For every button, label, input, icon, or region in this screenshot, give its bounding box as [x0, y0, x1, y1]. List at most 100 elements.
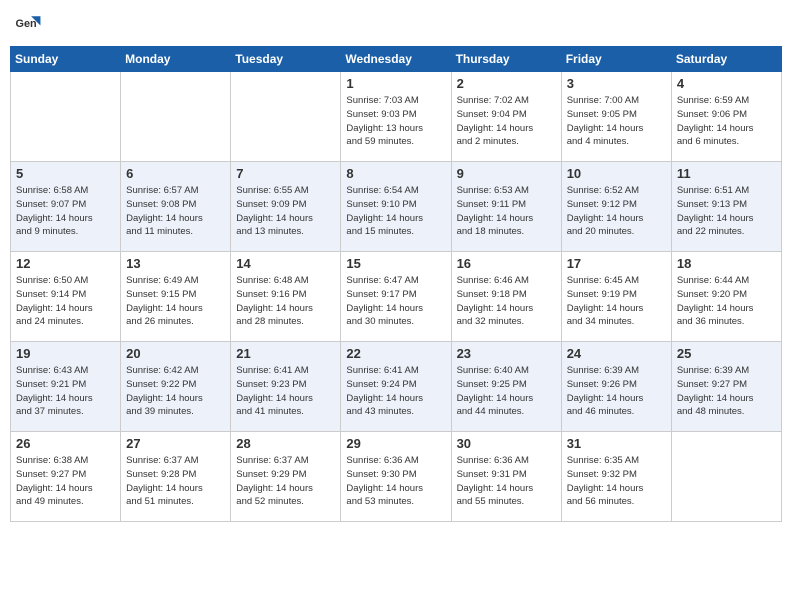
- calendar-week-row: 26 Sunrise: 6:38 AM Sunset: 9:27 PM Dayli…: [11, 432, 782, 522]
- col-header-saturday: Saturday: [671, 47, 781, 72]
- day-info: Sunrise: 6:50 AM Sunset: 9:14 PM Dayligh…: [16, 274, 115, 329]
- day-number: 31: [567, 436, 666, 451]
- calendar-cell: 5 Sunrise: 6:58 AM Sunset: 9:07 PM Daylig…: [11, 162, 121, 252]
- day-number: 22: [346, 346, 445, 361]
- calendar-cell: 15 Sunrise: 6:47 AM Sunset: 9:17 PM Dayli…: [341, 252, 451, 342]
- day-number: 5: [16, 166, 115, 181]
- calendar-cell: 11Sunrise: 6:51 AM Sunset: 9:13 PM Dayli…: [671, 162, 781, 252]
- calendar-cell: [671, 432, 781, 522]
- col-header-monday: Monday: [121, 47, 231, 72]
- calendar-cell: 3 Sunrise: 7:00 AM Sunset: 9:05 PM Daylig…: [561, 72, 671, 162]
- calendar-cell: [231, 72, 341, 162]
- day-number: 25: [677, 346, 776, 361]
- day-number: 24: [567, 346, 666, 361]
- calendar-cell: 23 Sunrise: 6:40 AM Sunset: 9:25 PM Dayli…: [451, 342, 561, 432]
- day-info: Sunrise: 6:58 AM Sunset: 9:07 PM Dayligh…: [16, 184, 115, 239]
- day-info: Sunrise: 6:55 AM Sunset: 9:09 PM Dayligh…: [236, 184, 335, 239]
- day-info: Sunrise: 6:53 AM Sunset: 9:11 PM Dayligh…: [457, 184, 556, 239]
- day-info: Sunrise: 6:42 AM Sunset: 9:22 PM Dayligh…: [126, 364, 225, 419]
- calendar-cell: 29 Sunrise: 6:36 AM Sunset: 9:30 PM Dayli…: [341, 432, 451, 522]
- day-info: Sunrise: 6:39 AM Sunset: 9:26 PM Dayligh…: [567, 364, 666, 419]
- calendar-cell: 8 Sunrise: 6:54 AM Sunset: 9:10 PM Daylig…: [341, 162, 451, 252]
- day-number: 30: [457, 436, 556, 451]
- col-header-thursday: Thursday: [451, 47, 561, 72]
- day-number: 23: [457, 346, 556, 361]
- calendar-week-row: 5 Sunrise: 6:58 AM Sunset: 9:07 PM Daylig…: [11, 162, 782, 252]
- day-info: Sunrise: 7:03 AM Sunset: 9:03 PM Dayligh…: [346, 94, 445, 149]
- day-number: 19: [16, 346, 115, 361]
- day-info: Sunrise: 6:36 AM Sunset: 9:31 PM Dayligh…: [457, 454, 556, 509]
- day-number: 13: [126, 256, 225, 271]
- day-info: Sunrise: 6:37 AM Sunset: 9:29 PM Dayligh…: [236, 454, 335, 509]
- calendar-cell: 6 Sunrise: 6:57 AM Sunset: 9:08 PM Daylig…: [121, 162, 231, 252]
- day-number: 26: [16, 436, 115, 451]
- calendar-cell: 26 Sunrise: 6:38 AM Sunset: 9:27 PM Dayli…: [11, 432, 121, 522]
- day-number: 15: [346, 256, 445, 271]
- day-number: 17: [567, 256, 666, 271]
- day-info: Sunrise: 6:54 AM Sunset: 9:10 PM Dayligh…: [346, 184, 445, 239]
- day-number: 29: [346, 436, 445, 451]
- calendar-cell: 12 Sunrise: 6:50 AM Sunset: 9:14 PM Dayli…: [11, 252, 121, 342]
- day-info: Sunrise: 6:46 AM Sunset: 9:18 PM Dayligh…: [457, 274, 556, 329]
- day-number: 8: [346, 166, 445, 181]
- calendar-cell: 9 Sunrise: 6:53 AM Sunset: 9:11 PM Daylig…: [451, 162, 561, 252]
- calendar-cell: 19 Sunrise: 6:43 AM Sunset: 9:21 PM Dayli…: [11, 342, 121, 432]
- day-number: 10: [567, 166, 666, 181]
- calendar-header-row: SundayMondayTuesdayWednesdayThursdayFrid…: [11, 47, 782, 72]
- day-info: Sunrise: 6:59 AM Sunset: 9:06 PM Dayligh…: [677, 94, 776, 149]
- calendar-week-row: 12 Sunrise: 6:50 AM Sunset: 9:14 PM Dayli…: [11, 252, 782, 342]
- calendar-cell: 28 Sunrise: 6:37 AM Sunset: 9:29 PM Dayli…: [231, 432, 341, 522]
- calendar-cell: 21Sunrise: 6:41 AM Sunset: 9:23 PM Dayli…: [231, 342, 341, 432]
- day-info: Sunrise: 6:47 AM Sunset: 9:17 PM Dayligh…: [346, 274, 445, 329]
- day-number: 14: [236, 256, 335, 271]
- day-info: Sunrise: 6:37 AM Sunset: 9:28 PM Dayligh…: [126, 454, 225, 509]
- calendar-cell: 30 Sunrise: 6:36 AM Sunset: 9:31 PM Dayli…: [451, 432, 561, 522]
- calendar-cell: [121, 72, 231, 162]
- day-number: 18: [677, 256, 776, 271]
- day-info: Sunrise: 6:48 AM Sunset: 9:16 PM Dayligh…: [236, 274, 335, 329]
- day-number: 3: [567, 76, 666, 91]
- page-header: Gen: [10, 10, 782, 38]
- day-number: 21: [236, 346, 335, 361]
- svg-text:Gen: Gen: [16, 18, 37, 30]
- calendar-cell: 10Sunrise: 6:52 AM Sunset: 9:12 PM Dayli…: [561, 162, 671, 252]
- day-info: Sunrise: 6:35 AM Sunset: 9:32 PM Dayligh…: [567, 454, 666, 509]
- day-number: 27: [126, 436, 225, 451]
- calendar-cell: 7 Sunrise: 6:55 AM Sunset: 9:09 PM Daylig…: [231, 162, 341, 252]
- calendar-cell: 31 Sunrise: 6:35 AM Sunset: 9:32 PM Dayli…: [561, 432, 671, 522]
- day-info: Sunrise: 6:43 AM Sunset: 9:21 PM Dayligh…: [16, 364, 115, 419]
- calendar-week-row: 1 Sunrise: 7:03 AM Sunset: 9:03 PM Daylig…: [11, 72, 782, 162]
- day-info: Sunrise: 6:38 AM Sunset: 9:27 PM Dayligh…: [16, 454, 115, 509]
- calendar-cell: 1 Sunrise: 7:03 AM Sunset: 9:03 PM Daylig…: [341, 72, 451, 162]
- calendar-cell: 24 Sunrise: 6:39 AM Sunset: 9:26 PM Dayli…: [561, 342, 671, 432]
- day-number: 12: [16, 256, 115, 271]
- col-header-sunday: Sunday: [11, 47, 121, 72]
- calendar-cell: 25 Sunrise: 6:39 AM Sunset: 9:27 PM Dayli…: [671, 342, 781, 432]
- day-info: Sunrise: 6:49 AM Sunset: 9:15 PM Dayligh…: [126, 274, 225, 329]
- day-info: Sunrise: 6:36 AM Sunset: 9:30 PM Dayligh…: [346, 454, 445, 509]
- col-header-tuesday: Tuesday: [231, 47, 341, 72]
- day-info: Sunrise: 6:57 AM Sunset: 9:08 PM Dayligh…: [126, 184, 225, 239]
- calendar-cell: [11, 72, 121, 162]
- day-number: 9: [457, 166, 556, 181]
- calendar-cell: 16 Sunrise: 6:46 AM Sunset: 9:18 PM Dayli…: [451, 252, 561, 342]
- day-number: 20: [126, 346, 225, 361]
- calendar-cell: 27 Sunrise: 6:37 AM Sunset: 9:28 PM Dayli…: [121, 432, 231, 522]
- day-number: 6: [126, 166, 225, 181]
- day-info: Sunrise: 7:02 AM Sunset: 9:04 PM Dayligh…: [457, 94, 556, 149]
- logo-icon: Gen: [14, 10, 42, 38]
- day-number: 1: [346, 76, 445, 91]
- day-info: Sunrise: 7:00 AM Sunset: 9:05 PM Dayligh…: [567, 94, 666, 149]
- logo: Gen: [14, 10, 46, 38]
- calendar-cell: 4Sunrise: 6:59 AM Sunset: 9:06 PM Daylig…: [671, 72, 781, 162]
- day-info: Sunrise: 6:39 AM Sunset: 9:27 PM Dayligh…: [677, 364, 776, 419]
- day-number: 16: [457, 256, 556, 271]
- day-info: Sunrise: 6:45 AM Sunset: 9:19 PM Dayligh…: [567, 274, 666, 329]
- day-number: 7: [236, 166, 335, 181]
- calendar-week-row: 19 Sunrise: 6:43 AM Sunset: 9:21 PM Dayli…: [11, 342, 782, 432]
- col-header-wednesday: Wednesday: [341, 47, 451, 72]
- calendar-cell: 17 Sunrise: 6:45 AM Sunset: 9:19 PM Dayli…: [561, 252, 671, 342]
- day-number: 28: [236, 436, 335, 451]
- day-info: Sunrise: 6:40 AM Sunset: 9:25 PM Dayligh…: [457, 364, 556, 419]
- calendar-cell: 22Sunrise: 6:41 AM Sunset: 9:24 PM Dayli…: [341, 342, 451, 432]
